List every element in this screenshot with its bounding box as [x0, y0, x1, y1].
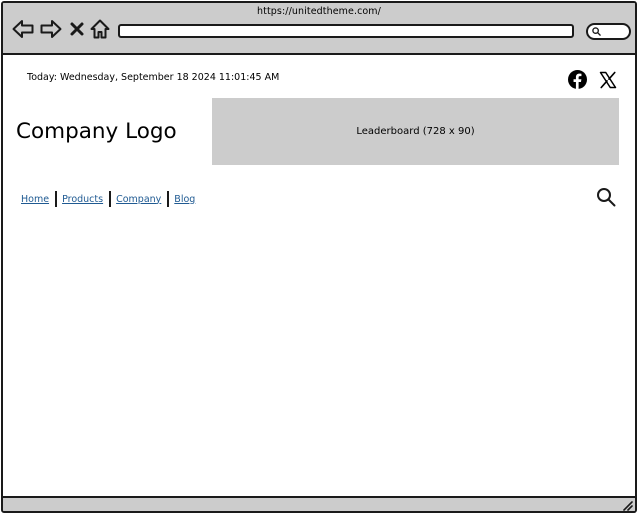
company-logo[interactable]: Company Logo [16, 119, 177, 144]
page-url: https://unitedtheme.com/ [257, 6, 381, 17]
nav-link-products[interactable]: Products [62, 194, 103, 205]
facebook-icon[interactable] [568, 70, 587, 89]
leaderboard-label: Leaderboard (728 x 90) [356, 126, 475, 137]
home-button[interactable] [88, 17, 112, 41]
search-icon[interactable] [596, 187, 616, 207]
browser-toolbar: https://unitedtheme.com/ [3, 3, 635, 55]
nav-link-blog[interactable]: Blog [174, 194, 195, 205]
browser-window: https://unitedtheme.com/ Today: Wednesda… [1, 1, 637, 513]
forward-button[interactable] [39, 17, 63, 41]
leaderboard-ad-placeholder: Leaderboard (728 x 90) [212, 98, 619, 165]
x-logo-icon[interactable] [599, 71, 617, 89]
browser-search-field[interactable] [586, 23, 631, 40]
address-bar[interactable] [118, 24, 574, 38]
browser-status-bar [3, 496, 635, 511]
stop-button[interactable] [65, 17, 89, 41]
main-navigation: Home Products Company Blog [21, 190, 195, 208]
home-icon [90, 19, 110, 39]
back-button[interactable] [11, 17, 35, 41]
nav-separator [55, 191, 58, 207]
nav-separator [167, 191, 170, 207]
resize-grip-icon[interactable] [623, 501, 633, 511]
arrow-right-icon [40, 20, 62, 38]
arrow-left-icon [12, 20, 34, 38]
close-icon [70, 22, 84, 36]
current-date-time: Today: Wednesday, September 18 2024 11:0… [27, 72, 280, 83]
search-icon [592, 27, 601, 36]
nav-link-company[interactable]: Company [116, 194, 161, 205]
nav-separator [109, 191, 112, 207]
nav-link-home[interactable]: Home [21, 194, 49, 205]
